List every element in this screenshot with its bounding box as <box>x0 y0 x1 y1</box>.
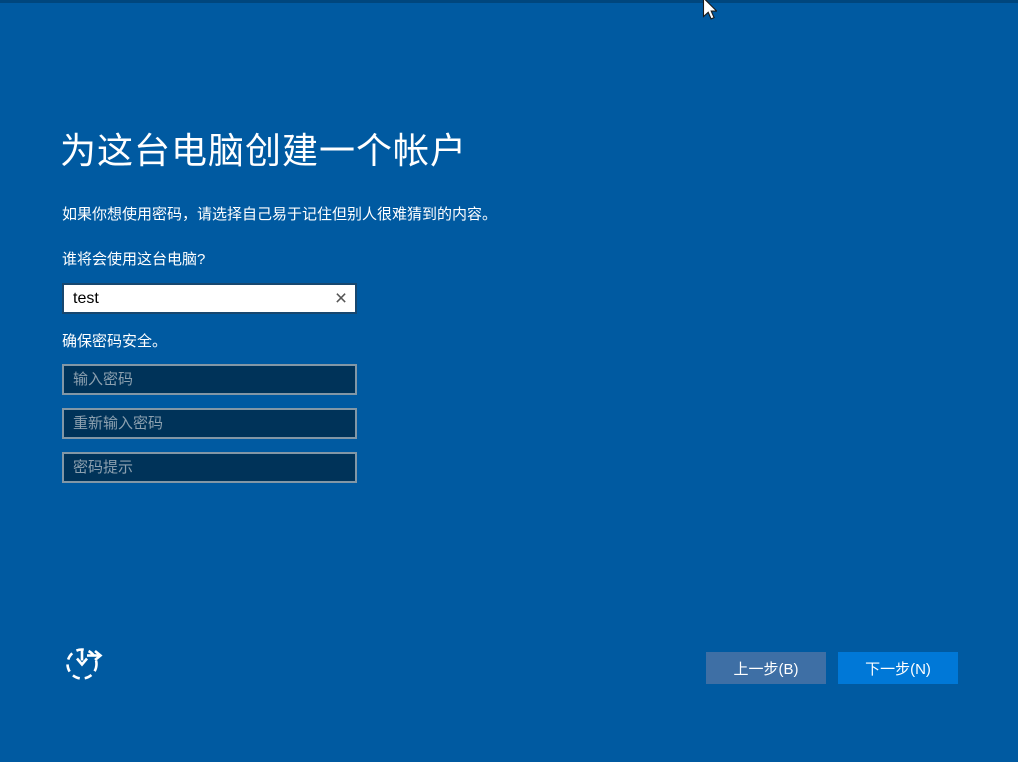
clear-input-button[interactable]: × <box>327 285 355 312</box>
screen-top-edge <box>0 0 1018 3</box>
ease-of-access-button[interactable] <box>62 641 108 687</box>
next-button[interactable]: 下一步(N) <box>838 652 958 684</box>
page-subtitle: 如果你想使用密码，请选择自己易于记住但别人很难猜到的内容。 <box>62 206 498 223</box>
username-label: 谁将会使用这台电脑? <box>62 251 206 268</box>
arrow-cursor <box>702 0 717 20</box>
password-hint-input[interactable] <box>62 452 357 483</box>
ease-of-access-icon <box>66 648 103 680</box>
clear-x-icon: × <box>334 287 348 310</box>
page-title: 为这台电脑创建一个帐户 <box>60 130 468 171</box>
password-section-label: 确保密码安全。 <box>62 333 168 350</box>
password-input[interactable] <box>62 364 357 395</box>
back-button[interactable]: 上一步(B) <box>706 652 826 684</box>
oobe-account-screen: { "content": { "title": "为这台电脑创建一个帐户", "… <box>0 0 1018 762</box>
password-confirm-input[interactable] <box>62 408 357 439</box>
username-input[interactable] <box>62 283 357 314</box>
username-field-wrap: × <box>62 283 357 314</box>
